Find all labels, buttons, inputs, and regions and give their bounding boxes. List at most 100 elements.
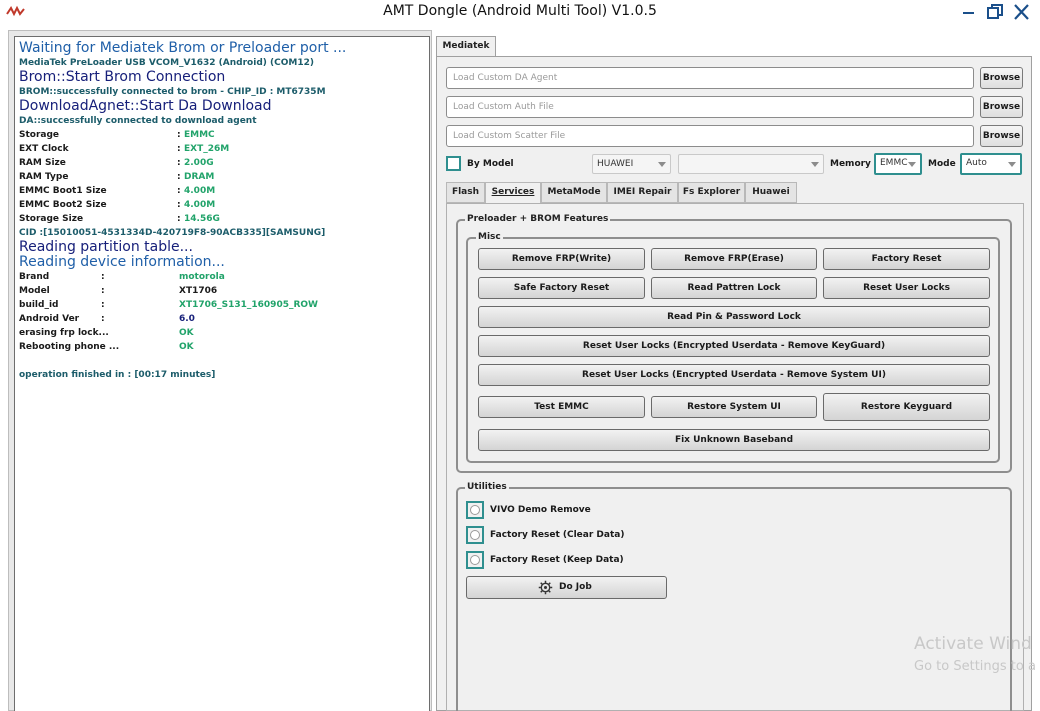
radio-circle-icon	[470, 530, 480, 540]
log-sep: :	[177, 144, 181, 154]
log-value: XT1706_S131_160905_ROW	[179, 300, 318, 310]
scatter-file-field[interactable]: Load Custom Scatter File	[446, 125, 974, 147]
log-line: DownloadAgnet::Start Da Download	[19, 98, 272, 114]
title-bar: AMT Dongle (Android Multi Tool) V1.0.5	[0, 0, 1040, 26]
browse-auth-button[interactable]: Browse	[980, 96, 1023, 118]
log-key: EXT Clock	[19, 144, 69, 154]
remove-frp-write-button[interactable]: Remove FRP(Write)	[478, 248, 645, 270]
tab-services[interactable]: Services	[485, 182, 541, 204]
log-value: EMMC	[184, 130, 215, 140]
log-line: Reading device information...	[19, 254, 225, 270]
log-key: Android Ver	[19, 314, 80, 324]
log-key: Rebooting phone ...	[19, 342, 120, 352]
by-model-label: By Model	[467, 159, 514, 169]
remove-frp-erase-button[interactable]: Remove FRP(Erase)	[651, 248, 817, 270]
log-line: Reading partition table...	[19, 239, 193, 255]
brand-select[interactable]: HUAWEI	[592, 154, 671, 174]
reset-locks-systemui-button[interactable]: Reset User Locks (Encrypted Userdata - R…	[478, 364, 990, 386]
tab-flash[interactable]: Flash	[446, 182, 485, 203]
activation-watermark-sub: Go to Settings to a	[914, 659, 1036, 674]
log-line: Waiting for Mediatek Brom or Preloader p…	[19, 40, 347, 56]
by-model-checkbox[interactable]	[446, 156, 461, 171]
log-key: EMMC Boot1 Size	[19, 186, 107, 196]
mode-select[interactable]: Auto	[960, 153, 1022, 175]
log-sep: :	[101, 272, 105, 282]
do-job-button[interactable]: Do Job	[466, 576, 667, 599]
log-kv-row: Storage Size:14.56G	[19, 212, 425, 226]
log-key: erasing frp lock...	[19, 328, 109, 338]
utilities-group-title: Utilities	[465, 481, 509, 493]
factory-reset-clear-radio[interactable]	[466, 526, 484, 544]
log-line: Brom::Start Brom Connection	[19, 69, 226, 85]
tab-imei-repair[interactable]: IMEI Repair	[607, 182, 678, 203]
memory-select[interactable]: EMMC	[874, 153, 922, 175]
close-icon[interactable]	[1011, 2, 1033, 22]
log-key: RAM Size	[19, 158, 66, 168]
log-sep: :	[101, 300, 105, 310]
log-kv-row: Rebooting phone ... OK	[19, 340, 425, 354]
read-pattern-lock-button[interactable]: Read Pattren Lock	[651, 277, 817, 299]
log-kv-row: RAM Type: DRAM	[19, 170, 425, 184]
misc-group-title: Misc	[476, 231, 503, 243]
factory-reset-keep-radio[interactable]	[466, 551, 484, 569]
log-textbox[interactable]: Waiting for Mediatek Brom or Preloader p…	[14, 36, 430, 711]
minimize-icon[interactable]	[958, 2, 980, 22]
log-kv-row: Brand: motorola	[19, 270, 425, 284]
tab-metamode[interactable]: MetaMode	[541, 182, 607, 203]
browse-scatter-button[interactable]: Browse	[980, 125, 1023, 147]
log-sep: :	[101, 314, 105, 324]
chevron-down-icon	[908, 162, 916, 167]
log-kv-row: erasing frp lock... OK	[19, 326, 425, 340]
mode-select-value: Auto	[966, 158, 987, 168]
factory-reset-button[interactable]: Factory Reset	[823, 248, 990, 270]
log-key: EMMC Boot2 Size	[19, 200, 107, 210]
da-agent-field[interactable]: Load Custom DA Agent	[446, 67, 974, 89]
log-kv-row: Android Ver: 6.0	[19, 312, 425, 326]
log-key: Brand	[19, 272, 50, 282]
log-value: 14.56G	[184, 214, 220, 224]
log-value: 4.00M	[184, 200, 216, 210]
log-key: RAM Type	[19, 172, 69, 182]
log-line: BROM::successfully connected to brom - C…	[19, 87, 326, 97]
tab-fs-explorer[interactable]: Fs Explorer	[678, 182, 745, 203]
reset-user-locks-button[interactable]: Reset User Locks	[823, 277, 990, 299]
log-value: 6.0	[179, 314, 195, 324]
safe-factory-reset-button[interactable]: Safe Factory Reset	[478, 277, 645, 299]
log-kv-row: build_id: XT1706_S131_160905_ROW	[19, 298, 425, 312]
log-sep: :	[101, 286, 105, 296]
reset-locks-keyguard-button[interactable]: Reset User Locks (Encrypted Userdata - R…	[478, 335, 990, 357]
browse-da-button[interactable]: Browse	[980, 67, 1023, 89]
gear-icon	[538, 580, 553, 595]
tab-huawei[interactable]: Huawei	[745, 182, 797, 203]
restore-keyguard-button[interactable]: Restore Keyguard	[823, 393, 990, 421]
log-key: Storage	[19, 130, 60, 140]
vivo-demo-remove-label: VIVO Demo Remove	[490, 505, 591, 515]
log-key: build_id	[19, 300, 59, 310]
log-key: Storage Size	[19, 214, 84, 224]
log-kv-row: RAM Size:2.00G	[19, 156, 425, 170]
model-select[interactable]	[678, 154, 824, 174]
activation-watermark: Activate Wind	[914, 634, 1032, 654]
restore-icon[interactable]	[984, 2, 1006, 22]
log-sep: :	[177, 158, 181, 168]
log-value: XT1706	[179, 286, 218, 296]
log-kv-row: EMMC Boot2 Size:4.00M	[19, 198, 425, 212]
utilities-group	[456, 487, 1012, 711]
log-panel: Waiting for Mediatek Brom or Preloader p…	[8, 30, 432, 711]
test-emmc-button[interactable]: Test EMMC	[478, 396, 645, 418]
window-title: AMT Dongle (Android Multi Tool) V1.0.5	[383, 3, 657, 19]
read-pin-password-button[interactable]: Read Pin & Password Lock	[478, 306, 990, 328]
tab-mediatek[interactable]: Mediatek	[436, 36, 496, 56]
restore-system-ui-button[interactable]: Restore System UI	[651, 396, 817, 418]
vivo-demo-remove-radio[interactable]	[466, 501, 484, 519]
auth-file-field[interactable]: Load Custom Auth File	[446, 96, 974, 118]
log-sep: :	[177, 130, 181, 140]
chevron-down-icon	[658, 162, 666, 167]
memory-label: Memory	[830, 159, 871, 169]
log-line: MediaTek PreLoader USB VCOM_V1632 (Andro…	[19, 58, 314, 68]
brand-select-value: HUAWEI	[597, 159, 634, 169]
log-sep: :	[177, 200, 181, 210]
radio-circle-icon	[470, 555, 480, 565]
log-sep: :	[177, 172, 181, 182]
fix-baseband-button[interactable]: Fix Unknown Baseband	[478, 429, 990, 451]
